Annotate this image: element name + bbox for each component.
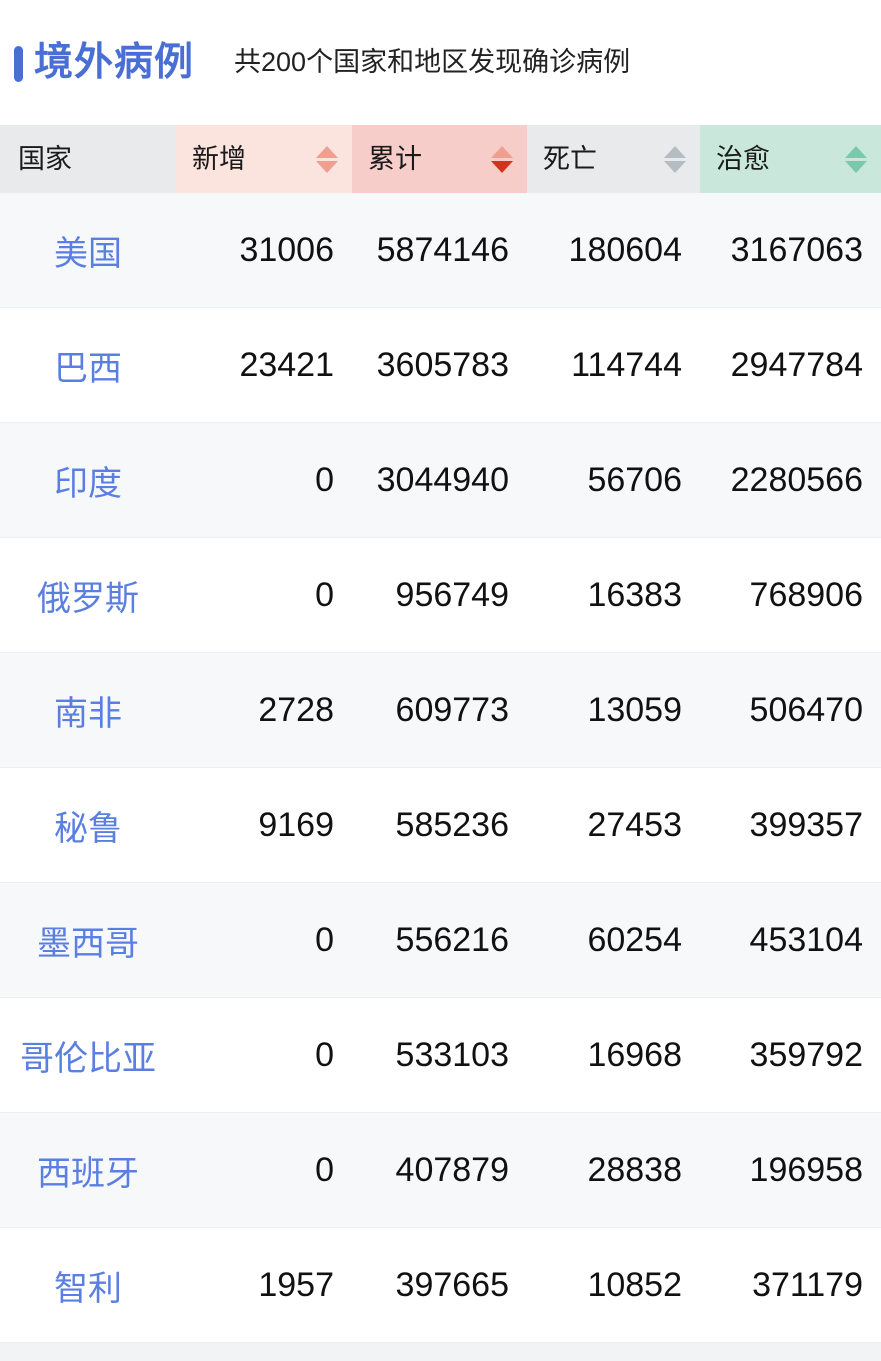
cell-total: 956749: [352, 537, 527, 653]
cell-cured: 359792: [700, 997, 881, 1113]
table-header: 国家 新增 累计 死亡 治愈: [0, 125, 881, 193]
cell-country[interactable]: 秘鲁: [0, 767, 176, 883]
cell-cured: 2947784: [700, 307, 881, 423]
table-body: 美国 31006 5874146 180604 3167063 巴西 23421…: [0, 193, 881, 1343]
page-subtitle: 共200个国家和地区发现确诊病例: [234, 47, 631, 77]
sort-desc-arrow-icon: [845, 160, 867, 173]
table-row[interactable]: 秘鲁 9169 585236 27453 399357: [0, 767, 881, 883]
cell-total: 397665: [352, 1227, 527, 1343]
cell-country[interactable]: 哥伦比亚: [0, 997, 176, 1113]
sort-asc-arrow-icon: [491, 145, 513, 158]
column-header-total-label: 累计: [368, 143, 422, 174]
cell-total: 5874146: [352, 193, 527, 308]
cell-cured: 506470: [700, 652, 881, 768]
cell-new: 31006: [176, 193, 352, 308]
cell-new: 2728: [176, 652, 352, 768]
sort-desc-arrow-icon: [316, 160, 338, 173]
cell-death: 180604: [527, 193, 700, 308]
column-header-new[interactable]: 新增: [176, 125, 352, 193]
cell-new: 0: [176, 997, 352, 1113]
cell-country[interactable]: 墨西哥: [0, 882, 176, 998]
column-header-cured-label: 治愈: [716, 143, 770, 174]
table-row[interactable]: 南非 2728 609773 13059 506470: [0, 652, 881, 768]
page-bottom-spacer: [0, 1343, 881, 1361]
cell-death: 13059: [527, 652, 700, 768]
overseas-cases-card: 境外病例 共200个国家和地区发现确诊病例 国家 新增 累计 死亡 治愈 美国 …: [0, 0, 881, 1343]
cell-death: 60254: [527, 882, 700, 998]
cell-new: 0: [176, 422, 352, 538]
cell-total: 585236: [352, 767, 527, 883]
table-row[interactable]: 哥伦比亚 0 533103 16968 359792: [0, 997, 881, 1113]
sort-desc-arrow-icon: [664, 160, 686, 173]
column-header-new-label: 新增: [192, 143, 246, 174]
cell-cured: 3167063: [700, 193, 881, 308]
cell-cured: 371179: [700, 1227, 881, 1343]
accent-bar-icon: [14, 45, 23, 82]
table-row[interactable]: 巴西 23421 3605783 114744 2947784: [0, 307, 881, 423]
cell-new: 0: [176, 537, 352, 653]
cell-death: 56706: [527, 422, 700, 538]
sort-desc-arrow-icon-active: [491, 160, 513, 173]
sort-asc-arrow-icon: [664, 145, 686, 158]
sort-toggle-death-icon[interactable]: [664, 145, 686, 173]
cell-total: 533103: [352, 997, 527, 1113]
table-row[interactable]: 智利 1957 397665 10852 371179: [0, 1227, 881, 1343]
cell-total: 3044940: [352, 422, 527, 538]
cell-country[interactable]: 智利: [0, 1227, 176, 1343]
table-row[interactable]: 美国 31006 5874146 180604 3167063: [0, 193, 881, 308]
table-header-row: 国家 新增 累计 死亡 治愈: [0, 125, 881, 193]
cell-total: 556216: [352, 882, 527, 998]
cell-death: 114744: [527, 307, 700, 423]
cell-total: 609773: [352, 652, 527, 768]
table-row[interactable]: 墨西哥 0 556216 60254 453104: [0, 882, 881, 998]
column-header-death-label: 死亡: [543, 143, 597, 174]
cell-cured: 453104: [700, 882, 881, 998]
cell-country[interactable]: 美国: [0, 193, 176, 308]
cell-new: 1957: [176, 1227, 352, 1343]
page-root: 境外病例 共200个国家和地区发现确诊病例 国家 新增 累计 死亡 治愈 美国 …: [0, 0, 881, 1361]
cell-cured: 196958: [700, 1112, 881, 1228]
sort-toggle-new-icon[interactable]: [316, 145, 338, 173]
cell-country[interactable]: 西班牙: [0, 1112, 176, 1228]
cell-death: 16968: [527, 997, 700, 1113]
cell-death: 16383: [527, 537, 700, 653]
cell-country[interactable]: 俄罗斯: [0, 537, 176, 653]
sort-asc-arrow-icon: [316, 145, 338, 158]
card-header: 境外病例 共200个国家和地区发现确诊病例: [0, 0, 881, 125]
cell-cured: 399357: [700, 767, 881, 883]
cell-death: 28838: [527, 1112, 700, 1228]
column-header-death[interactable]: 死亡: [527, 125, 700, 193]
cell-cured: 768906: [700, 537, 881, 653]
column-header-cured[interactable]: 治愈: [700, 125, 881, 193]
column-header-country: 国家: [0, 125, 176, 193]
cell-new: 9169: [176, 767, 352, 883]
table-row[interactable]: 西班牙 0 407879 28838 196958: [0, 1112, 881, 1228]
cell-death: 10852: [527, 1227, 700, 1343]
column-header-total[interactable]: 累计: [352, 125, 527, 193]
cell-country[interactable]: 印度: [0, 422, 176, 538]
column-header-country-label: 国家: [18, 143, 72, 174]
cell-new: 0: [176, 882, 352, 998]
table-row[interactable]: 俄罗斯 0 956749 16383 768906: [0, 537, 881, 653]
cell-death: 27453: [527, 767, 700, 883]
cell-total: 407879: [352, 1112, 527, 1228]
cell-country[interactable]: 巴西: [0, 307, 176, 423]
sort-asc-arrow-icon: [845, 145, 867, 158]
cell-new: 23421: [176, 307, 352, 423]
sort-toggle-cured-icon[interactable]: [845, 145, 867, 173]
table-row[interactable]: 印度 0 3044940 56706 2280566: [0, 422, 881, 538]
page-title: 境外病例: [34, 41, 195, 84]
cell-total: 3605783: [352, 307, 527, 423]
cell-cured: 2280566: [700, 422, 881, 538]
overseas-cases-table: 国家 新增 累计 死亡 治愈 美国 31006 5874146 180604 3…: [0, 125, 881, 1343]
cell-new: 0: [176, 1112, 352, 1228]
cell-country[interactable]: 南非: [0, 652, 176, 768]
sort-toggle-total-icon[interactable]: [491, 145, 513, 173]
